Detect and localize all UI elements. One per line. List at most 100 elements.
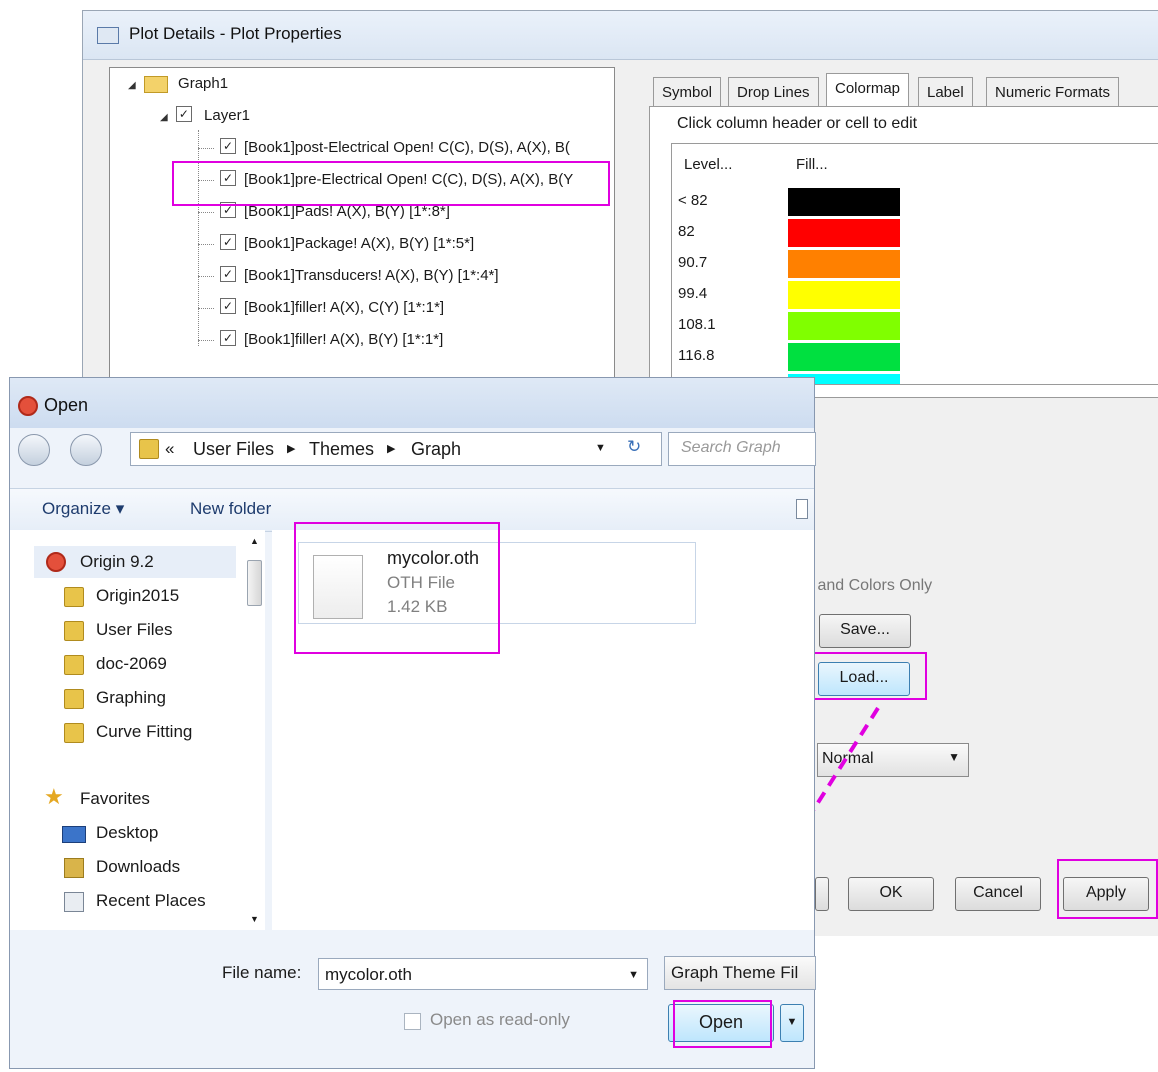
ok-button[interactable]: OK bbox=[848, 877, 934, 911]
tree-root[interactable]: ◢ Graph1 bbox=[128, 70, 228, 98]
tab-drop-lines[interactable]: Drop Lines bbox=[728, 77, 819, 108]
colormap-hint: Click column header or cell to edit bbox=[677, 115, 918, 132]
nav-item-favorites[interactable]: Favorites bbox=[80, 789, 150, 809]
nav-item-doc-2069[interactable]: doc-2069 bbox=[96, 654, 167, 674]
expand-arrow-icon[interactable]: ◢ bbox=[128, 80, 136, 91]
colormap-fill-swatch[interactable] bbox=[788, 343, 900, 371]
nav-item-curve-fitting[interactable]: Curve Fitting bbox=[96, 722, 192, 742]
colormap-level-cell[interactable]: 99.4 bbox=[678, 285, 707, 302]
plot-checkbox[interactable]: ✓ bbox=[220, 266, 236, 283]
colormap-fill-swatch[interactable] bbox=[788, 281, 900, 309]
save-button[interactable]: Save... bbox=[819, 614, 911, 648]
nav-item-user-files[interactable]: User Files bbox=[96, 620, 173, 640]
plot-item-label: [Book1]filler! A(X), C(Y) [1*:1*] bbox=[244, 299, 445, 316]
open-dropdown-button[interactable]: ▼ bbox=[780, 1004, 804, 1042]
nav-item-graphing[interactable]: Graphing bbox=[96, 688, 166, 708]
colormap-level-cell[interactable]: 90.7 bbox=[678, 254, 707, 271]
breadcrumb-prefix[interactable]: « bbox=[165, 439, 174, 459]
refresh-icon[interactable]: ↻ bbox=[627, 437, 641, 457]
colormap-fill-swatch[interactable] bbox=[788, 312, 900, 340]
scroll-thumb[interactable] bbox=[247, 560, 262, 606]
nav-item-downloads[interactable]: Downloads bbox=[96, 857, 180, 877]
tab-symbol[interactable]: Symbol bbox=[653, 77, 722, 108]
tree-layer[interactable]: ◢ ✓ Layer1 bbox=[160, 102, 250, 130]
folder-icon bbox=[139, 439, 159, 459]
nav-item-desktop[interactable]: Desktop bbox=[96, 823, 158, 843]
plot-checkbox[interactable]: ✓ bbox=[220, 234, 236, 251]
level-header[interactable]: Level... bbox=[684, 156, 732, 173]
tree-plot-item[interactable]: ✓ [Book1]filler! A(X), C(Y) [1*:1*] bbox=[198, 294, 444, 322]
nav-item-origin2015[interactable]: Origin2015 bbox=[96, 586, 179, 606]
plot-checkbox[interactable]: ✓ bbox=[220, 330, 236, 347]
folder-icon bbox=[64, 723, 84, 743]
layer-tree[interactable]: ◢ Graph1 ◢ ✓ Layer1 ✓ [Book1]post-Electri… bbox=[109, 67, 615, 399]
back-button[interactable] bbox=[18, 434, 50, 466]
breadcrumb-themes[interactable]: Themes bbox=[309, 439, 374, 460]
search-placeholder: Search Graph bbox=[681, 439, 781, 456]
layer-checkbox[interactable]: ✓ bbox=[175, 106, 192, 123]
origin-app-icon bbox=[46, 552, 66, 572]
plot-checkbox[interactable]: ✓ bbox=[220, 298, 236, 315]
search-input[interactable]: Search Graph bbox=[668, 432, 816, 466]
tab-numeric-formats[interactable]: Numeric Formats bbox=[986, 77, 1120, 108]
folder-icon bbox=[143, 75, 168, 93]
plot-item-label: [Book1]Transducers! A(X), B(Y) [1*:4*] bbox=[244, 267, 499, 284]
origin-app-icon bbox=[18, 396, 38, 416]
colormap-grid[interactable]: Level... Fill... < 82 82 90.7 99.4 108.1 116.… bbox=[671, 143, 1158, 385]
cancel-button[interactable]: Cancel bbox=[955, 877, 1041, 911]
breadcrumb-arrow-icon[interactable]: ▶ bbox=[287, 442, 295, 455]
organize-button[interactable]: Organize ▾ bbox=[42, 499, 124, 519]
expand-arrow-icon[interactable]: ◢ bbox=[160, 112, 168, 123]
plot-item-label: [Book1]Package! A(X), B(Y) [1*:5*] bbox=[244, 235, 475, 252]
tree-plot-item[interactable]: ✓ [Book1]Transducers! A(X), B(Y) [1*:4*] bbox=[198, 262, 499, 290]
open-dialog-titlebar: Open bbox=[10, 378, 814, 428]
nav-item-recent-places[interactable]: Recent Places bbox=[96, 891, 206, 911]
plot-item-label: [Book1]filler! A(X), B(Y) [1*:1*] bbox=[244, 331, 444, 348]
chevron-down-icon[interactable]: ▼ bbox=[628, 959, 639, 991]
folder-icon bbox=[64, 621, 84, 641]
highlight-load-button bbox=[813, 652, 927, 700]
scroll-up-icon[interactable]: ▲ bbox=[250, 536, 259, 546]
plot-item-label: [Book1]post-Electrical Open! C(C), D(S),… bbox=[244, 139, 570, 156]
view-options-icon[interactable] bbox=[796, 499, 808, 519]
address-bar[interactable]: « User Files ▶ Themes ▶ Graph ▼ ↻ bbox=[130, 432, 662, 466]
chevron-down-icon[interactable]: ▼ bbox=[595, 442, 606, 454]
navigation-pane[interactable]: Origin 9.2 Origin2015 User Files doc-206… bbox=[10, 530, 265, 930]
prev-button-partial[interactable] bbox=[815, 877, 829, 911]
folder-icon bbox=[64, 689, 84, 709]
new-folder-button[interactable]: New folder bbox=[190, 499, 271, 519]
plot-details-title: Plot Details - Plot Properties bbox=[129, 24, 342, 43]
tree-plot-item[interactable]: ✓ [Book1]Package! A(X), B(Y) [1*:5*] bbox=[198, 230, 474, 258]
read-only-checkbox[interactable] bbox=[404, 1013, 421, 1030]
desktop-icon bbox=[62, 826, 86, 843]
highlight-tree-item bbox=[172, 161, 610, 206]
breadcrumb-graph[interactable]: Graph bbox=[411, 439, 461, 460]
colormap-fill-swatch[interactable] bbox=[788, 219, 900, 247]
nav-item-origin-9-2[interactable]: Origin 9.2 bbox=[80, 552, 154, 572]
file-name-value: mycolor.oth bbox=[325, 965, 412, 984]
forward-button[interactable] bbox=[70, 434, 102, 466]
highlight-apply-button bbox=[1057, 859, 1158, 919]
colormap-level-cell[interactable]: < 82 bbox=[678, 192, 708, 209]
plot-checkbox[interactable]: ✓ bbox=[220, 138, 236, 155]
colormap-fill-swatch[interactable] bbox=[788, 188, 900, 216]
colormap-level-cell[interactable]: 108.1 bbox=[678, 316, 716, 333]
tab-colormap[interactable]: Colormap bbox=[826, 73, 910, 108]
tree-plot-item[interactable]: ✓ [Book1]post-Electrical Open! C(C), D(S)… bbox=[198, 134, 570, 162]
tab-label[interactable]: Label bbox=[918, 77, 973, 108]
read-only-label[interactable]: Open as read-only bbox=[430, 1010, 570, 1030]
breadcrumb-arrow-icon[interactable]: ▶ bbox=[387, 442, 395, 455]
folder-icon bbox=[64, 655, 84, 675]
breadcrumb-user-files[interactable]: User Files bbox=[193, 439, 274, 460]
fill-header[interactable]: Fill... bbox=[796, 156, 828, 173]
colormap-level-cell[interactable]: 116.8 bbox=[678, 347, 714, 364]
tree-plot-item[interactable]: ✓ [Book1]filler! A(X), B(Y) [1*:1*] bbox=[198, 326, 443, 354]
file-name-input[interactable]: mycolor.oth ▼ bbox=[318, 958, 648, 990]
tree-root-label: Graph1 bbox=[178, 75, 229, 92]
colormap-fill-swatch[interactable] bbox=[788, 250, 900, 278]
file-type-filter[interactable]: Graph Theme Fil bbox=[664, 956, 816, 990]
nav-scrollbar[interactable]: ▲ ▼ bbox=[246, 536, 262, 928]
scroll-down-icon[interactable]: ▼ bbox=[250, 914, 259, 924]
colormap-level-cell[interactable]: 82 bbox=[678, 223, 695, 240]
partial-option-label: s and Colors Only bbox=[805, 577, 933, 594]
